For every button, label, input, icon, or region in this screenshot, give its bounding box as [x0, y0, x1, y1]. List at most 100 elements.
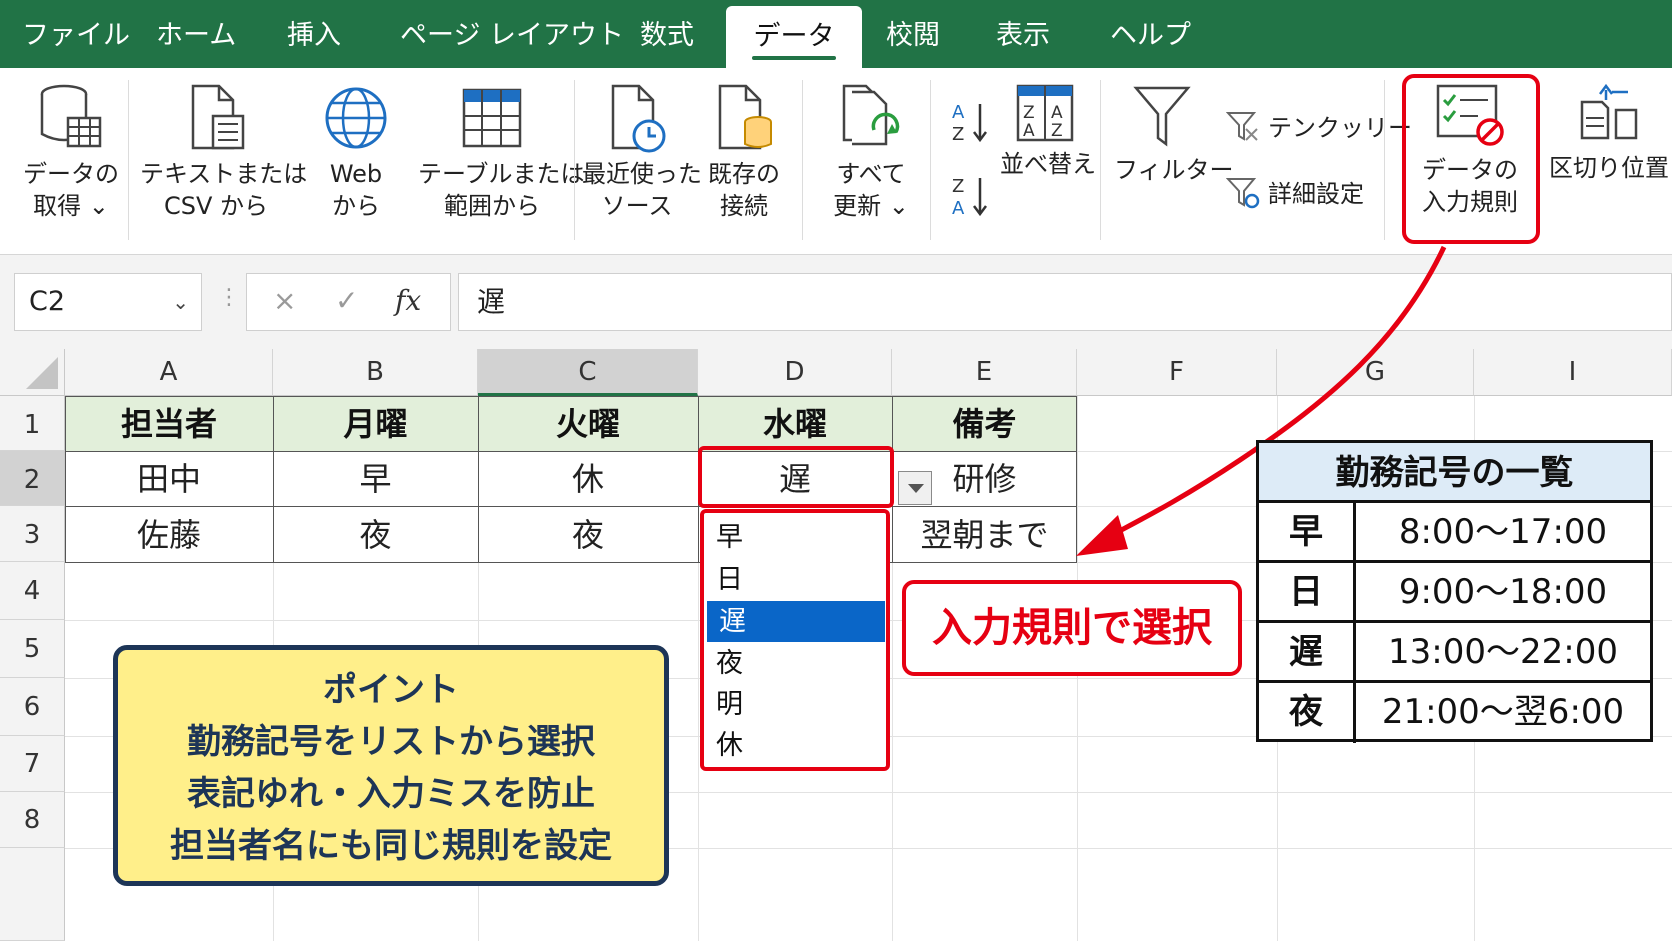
tab-review[interactable]: 校閲 — [886, 0, 940, 68]
refresh-icon — [842, 84, 900, 146]
column-header-c[interactable]: C — [478, 349, 698, 396]
web-button[interactable]: Web から — [306, 82, 406, 222]
cell-d1[interactable]: 水曜 — [698, 396, 892, 451]
legend-key: 夜 — [1259, 683, 1356, 743]
table-border — [65, 562, 1077, 563]
sort-ascending-button[interactable]: A Z — [950, 98, 992, 146]
advanced-filter-button[interactable]: 詳細設定 — [1226, 174, 1364, 209]
table-border — [478, 396, 479, 562]
cell-c3[interactable]: 夜 — [478, 506, 698, 562]
sort-descending-button[interactable]: Z A — [950, 172, 992, 220]
tab-active-underline — [752, 56, 836, 60]
column-header-g[interactable]: G — [1277, 349, 1474, 396]
recent-sources-button[interactable]: 最近使った ソース — [582, 82, 702, 222]
advanced-filter-label: 詳細設定 — [1268, 180, 1364, 208]
table-icon — [462, 88, 522, 148]
funnel-icon — [1133, 86, 1191, 147]
cell-b3[interactable]: 夜 — [273, 506, 478, 562]
row-header-2[interactable]: 2 — [0, 451, 65, 506]
table-range-label-2: 範囲から — [444, 192, 540, 220]
clear-filter-label: テンクッリー — [1268, 114, 1412, 142]
existing-connections-button[interactable]: 既存の 接続 — [700, 82, 788, 222]
column-header-i[interactable]: I — [1474, 349, 1672, 396]
filter-label: フィルター — [1114, 156, 1234, 184]
cell-e3[interactable]: 翌朝まで — [892, 506, 1077, 562]
tab-help[interactable]: ヘルプ — [1110, 0, 1191, 68]
web-label-1: Web — [329, 160, 383, 188]
select-all-corner[interactable] — [0, 349, 65, 396]
formula-input[interactable]: 遅 — [458, 273, 1672, 331]
sort-button[interactable]: Z A A Z 並べ替え — [1000, 82, 1096, 180]
dropdown-option-day[interactable]: 日 — [704, 559, 886, 600]
tab-insert[interactable]: 挿入 — [287, 0, 341, 68]
tab-file[interactable]: ファイル — [22, 0, 130, 68]
cell-c2[interactable]: 休 — [478, 451, 698, 506]
column-header-b[interactable]: B — [273, 349, 478, 396]
text-to-columns-button[interactable]: 区切り位置 — [1548, 82, 1670, 184]
ribbon-separator — [1100, 80, 1101, 240]
point-line-2: 表記ゆれ・入力ミスを防止 — [187, 774, 595, 814]
row-header-7[interactable]: 7 — [0, 736, 65, 792]
point-title: ポイント — [323, 670, 459, 710]
svg-text:A: A — [1051, 103, 1063, 123]
recent-sources-label-2: ソース — [601, 192, 673, 220]
table-border — [65, 451, 1077, 452]
dropdown-option-night[interactable]: 夜 — [704, 643, 886, 684]
tab-data[interactable]: データ — [726, 6, 862, 68]
cell-a2[interactable]: 田中 — [65, 451, 273, 506]
connection-file-icon — [718, 84, 772, 150]
table-range-button[interactable]: テーブルまたは 範囲から — [418, 82, 585, 222]
filter-button[interactable]: フィルター — [1114, 82, 1234, 186]
dropdown-option-rest[interactable]: 休 — [704, 725, 886, 766]
row-header-6[interactable]: 6 — [0, 678, 65, 736]
dropdown-option-off-night[interactable]: 明 — [704, 684, 886, 725]
cell-c1[interactable]: 火曜 — [478, 396, 698, 451]
name-box[interactable]: C2 ⌄ — [14, 273, 202, 331]
ribbon-separator — [802, 80, 803, 240]
cell-a1[interactable]: 担当者 — [65, 396, 273, 451]
ribbon-separator — [128, 80, 129, 240]
legend-key: 早 — [1259, 503, 1356, 560]
cell-b1[interactable]: 月曜 — [273, 396, 478, 451]
column-header-e[interactable]: E — [892, 349, 1077, 396]
column-header-d[interactable]: D — [698, 349, 892, 396]
more-options-icon[interactable]: ⋮ — [218, 285, 240, 310]
text-csv-button[interactable]: テキストまたは CSV から — [140, 82, 307, 222]
sort-dialog-icon: Z A A Z — [1016, 84, 1074, 142]
row-header-9[interactable] — [0, 848, 65, 941]
dropdown-option-late[interactable]: 遅 — [707, 601, 885, 642]
column-header-a[interactable]: A — [65, 349, 273, 396]
cell-b2[interactable]: 早 — [273, 451, 478, 506]
row-header-8[interactable]: 8 — [0, 792, 65, 848]
legend-value: 13:00～22:00 — [1388, 632, 1618, 672]
table-range-label-1: テーブルまたは — [418, 160, 585, 188]
tab-formulas[interactable]: 数式 — [640, 0, 694, 68]
column-header-f[interactable]: F — [1077, 349, 1277, 396]
point-box: ポイント 勤務記号をリストから選択 表記ゆれ・入力ミスを防止 担当者名にも同じ規… — [113, 645, 669, 886]
dropdown-arrow-button[interactable] — [898, 471, 932, 505]
row-header-5[interactable]: 5 — [0, 620, 65, 678]
dropdown-option-early[interactable]: 早 — [704, 517, 886, 558]
tab-view[interactable]: 表示 — [996, 0, 1050, 68]
refresh-all-button[interactable]: すべて 更新 ⌄ — [816, 82, 926, 222]
chevron-down-icon[interactable]: ⌄ — [172, 274, 189, 330]
insert-function-icon[interactable]: fx — [395, 284, 421, 317]
ribbon-separator — [1384, 80, 1385, 240]
cell-a3[interactable]: 佐藤 — [65, 506, 273, 562]
tab-data-label: データ — [753, 21, 835, 52]
legend-title: 勤務記号の一覧 — [1259, 443, 1650, 503]
tab-home[interactable]: ホーム — [156, 0, 236, 68]
cell-e1[interactable]: 備考 — [892, 396, 1077, 451]
get-data-label-1: データの — [23, 160, 119, 188]
cancel-icon[interactable]: × — [273, 284, 296, 317]
get-data-button[interactable]: データの 取得 ⌄ — [16, 82, 126, 222]
database-icon — [40, 84, 102, 148]
existing-connections-label-1: 既存の — [708, 160, 780, 188]
row-header-3[interactable]: 3 — [0, 506, 65, 562]
tab-page-layout[interactable]: ページ レイアウト — [400, 0, 624, 68]
row-header-4[interactable]: 4 — [0, 562, 65, 620]
enter-icon[interactable]: ✓ — [335, 284, 358, 317]
ribbon: データの 取得 ⌄ テキストまたは CSV から Web から テーブルまたは … — [0, 68, 1672, 255]
row-header-1[interactable]: 1 — [0, 396, 65, 451]
point-line-1: 勤務記号をリストから選択 — [187, 722, 595, 762]
